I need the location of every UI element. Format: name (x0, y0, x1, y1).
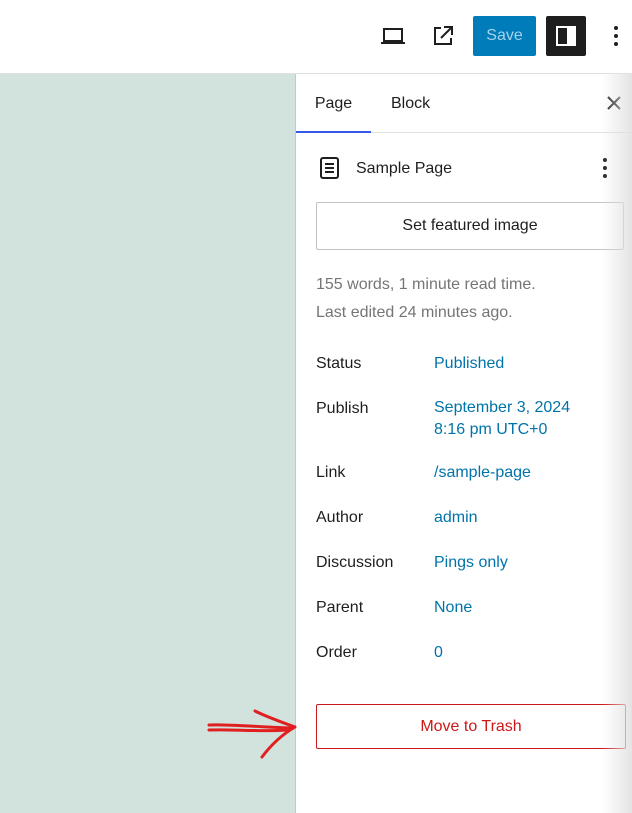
view-page-button[interactable] (425, 18, 461, 54)
settings-sidebar-toggle[interactable] (546, 16, 586, 56)
sidebar-toggle-icon (556, 26, 576, 46)
parent-label: Parent (316, 599, 364, 616)
tab-block[interactable]: Block (391, 74, 430, 132)
permalink-link[interactable]: /sample-page (434, 462, 531, 484)
page-summary-header: Sample Page (316, 154, 626, 184)
options-menu-button[interactable] (604, 18, 628, 54)
more-vertical-icon (614, 26, 618, 46)
discussion-label: Discussion (316, 554, 394, 571)
editor-top-toolbar: Save (0, 0, 632, 74)
close-icon (607, 96, 621, 110)
more-vertical-icon[interactable] (602, 157, 608, 179)
link-label: Link (316, 464, 346, 481)
settings-sidebar: Page Block Sample Page Set featured imag… (296, 74, 632, 813)
status-value-link[interactable]: Published (434, 353, 504, 375)
laptop-icon (381, 28, 405, 44)
tab-page[interactable]: Page (296, 74, 371, 133)
preview-device-button[interactable] (375, 18, 411, 54)
sidebar-tabs: Page Block (296, 74, 632, 133)
status-label: Status (316, 355, 362, 372)
external-link-icon (434, 26, 453, 45)
annotation-arrow-icon (207, 709, 297, 759)
set-featured-image-button[interactable]: Set featured image (316, 202, 624, 250)
publish-date: September 3, 2024 (434, 399, 571, 416)
word-count-text: 155 words, 1 minute read time. (316, 276, 536, 293)
editor-canvas[interactable] (0, 74, 296, 813)
publish-time: 8:16 pm UTC+0 (434, 421, 548, 438)
save-button[interactable]: Save (473, 16, 536, 56)
discussion-link[interactable]: Pings only (434, 552, 508, 574)
publish-label: Publish (316, 400, 369, 417)
page-document-icon (320, 157, 339, 179)
move-to-trash-button[interactable]: Move to Trash (316, 704, 626, 749)
order-link[interactable]: 0 (434, 642, 443, 664)
author-link[interactable]: admin (434, 507, 478, 529)
close-sidebar-button[interactable] (602, 91, 626, 115)
last-edited-text: Last edited 24 minutes ago. (316, 304, 513, 321)
parent-link[interactable]: None (434, 597, 472, 619)
order-label: Order (316, 644, 357, 661)
page-title: Sample Page (356, 160, 453, 177)
author-label: Author (316, 509, 364, 526)
sidebar-edge-shadow (602, 74, 632, 813)
publish-date-link[interactable]: September 3, 2024 8:16 pm UTC+0 (434, 397, 570, 441)
